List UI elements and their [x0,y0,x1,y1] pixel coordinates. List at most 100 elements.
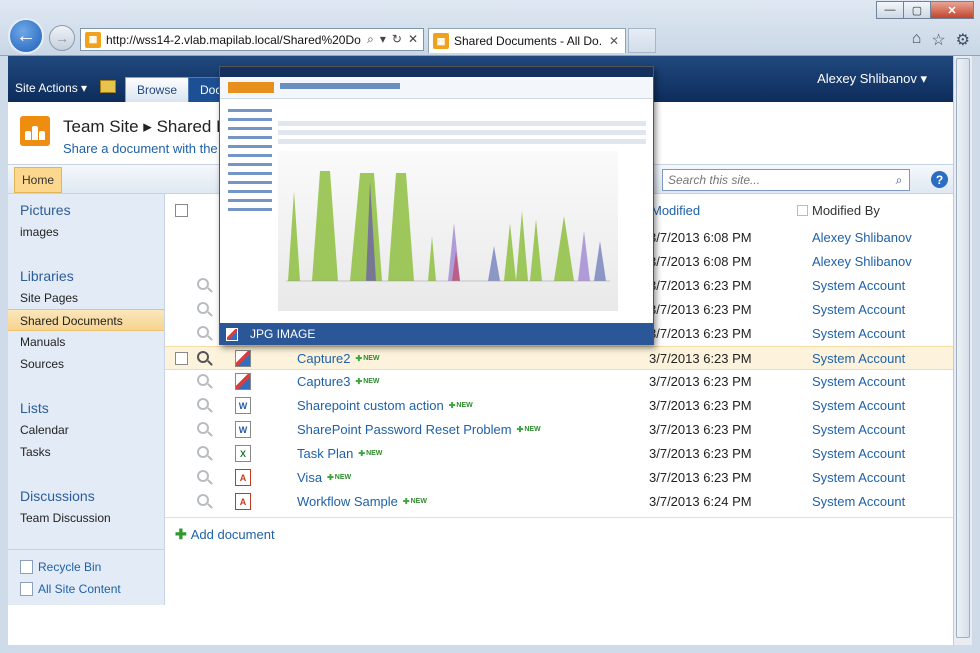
dropdown-icon[interactable]: ▾ [380,32,386,47]
search-icon[interactable]: ⌕ [889,173,909,188]
ql-item-calendar[interactable]: Calendar [20,423,69,437]
navigate-up-icon[interactable] [100,80,116,93]
modified-by-link[interactable]: System Account [812,351,905,366]
page-description: Share a document with the [63,141,218,156]
modified-by-link[interactable]: System Account [812,278,905,293]
document-name[interactable]: Task Plan [297,446,353,461]
modified-by-link[interactable]: System Account [812,326,905,341]
document-name[interactable]: Visa [297,470,322,485]
tab-browse[interactable]: Browse [125,77,190,102]
ql-item-site-pages[interactable]: Site Pages [20,291,78,305]
search-input[interactable] [663,173,889,187]
vertical-scrollbar[interactable] [953,56,972,645]
table-row[interactable]: Capture2 NEW 3/7/2013 6:23 PM System Accoun… [165,346,953,370]
document-name-link[interactable]: Capture3 NEW [297,374,380,389]
ql-item-shared-documents[interactable]: Shared Documents [8,309,164,331]
preview-zoom-icon[interactable] [197,278,209,290]
table-row[interactable]: X Task Plan NEW 3/7/2013 6:23 PM System Acco… [165,442,953,466]
modified-by-link[interactable]: System Account [812,422,905,437]
ql-item-sources[interactable]: Sources [20,357,64,371]
modified-by-link[interactable]: System Account [812,374,905,389]
search-icon[interactable]: ⌕ [367,32,374,47]
ql-heading-libraries[interactable]: Libraries [20,268,74,284]
document-name-link[interactable]: Visa NEW [297,470,351,485]
gear-icon[interactable]: ⚙ [956,30,970,50]
ql-item-team-discussion[interactable]: Team Discussion [20,511,111,525]
new-badge: NEW [358,449,382,458]
column-checkbox[interactable] [797,205,808,216]
preview-zoom-icon[interactable] [197,446,209,458]
site-search: ⌕ [662,169,910,191]
modified-by-link[interactable]: Alexey Shlibanov [812,254,912,269]
ql-item-tasks[interactable]: Tasks [20,445,51,459]
ql-heading-lists[interactable]: Lists [20,400,49,416]
browser-tab-active[interactable]: ▦ Shared Documents - All Do... ✕ [428,28,626,53]
preview-zoom-icon[interactable] [197,302,209,314]
ql-heading-pictures[interactable]: Pictures [20,202,71,218]
document-name-link[interactable]: SharePoint Password Reset Problem NEW [297,422,541,437]
ql-heading-discussions[interactable]: Discussions [20,488,95,504]
document-name[interactable]: Capture2 [297,351,350,366]
quick-launch: Pictures images Libraries Site Pages Sha… [8,194,165,605]
preview-zoom-icon[interactable] [197,326,209,338]
document-name-link[interactable]: Capture2 NEW [297,351,380,366]
document-name-link[interactable]: Sharepoint custom action NEW [297,398,473,413]
select-all-checkbox[interactable] [175,204,188,217]
nav-home[interactable]: Home [14,167,63,193]
modified-by-link[interactable]: System Account [812,302,905,317]
all-site-content-link[interactable]: All Site Content [20,582,121,596]
recycle-bin-link[interactable]: Recycle Bin [20,560,101,574]
table-row[interactable]: A Workflow Sample NEW 3/7/2013 6:24 PM Syste… [165,490,953,514]
document-name-link[interactable]: Task Plan NEW [297,446,382,461]
image-preview-popup[interactable]: JPG IMAGE [219,66,654,345]
table-row[interactable]: W Sharepoint custom action NEW 3/7/2013 6:2… [165,394,953,418]
scrollbar-thumb[interactable] [956,58,970,638]
close-tab-icon[interactable]: ✕ [603,34,625,48]
document-name[interactable]: Capture3 [297,374,350,389]
preview-zoom-icon[interactable] [197,398,209,410]
modified-by-link[interactable]: System Account [812,398,905,413]
back-button[interactable]: ← [8,18,44,54]
browser-chrome: — ▢ ✕ ← → ▦ http://wss14-2.vlab.mapilab.… [0,0,980,56]
column-header-modified[interactable]: Modified [651,203,700,218]
preview-zoom-icon[interactable] [197,422,209,434]
preview-zoom-icon[interactable] [197,494,209,506]
address-actions: ⌕ ▾ ↻ ✕ [367,32,423,47]
table-row[interactable]: Capture3 NEW 3/7/2013 6:23 PM System Accoun… [165,370,953,394]
refresh-icon[interactable]: ↻ [392,32,402,47]
forward-button[interactable]: → [49,25,75,51]
window-controls: — ▢ ✕ [876,1,974,19]
modified-by-link[interactable]: System Account [812,446,905,461]
table-row[interactable]: A Visa NEW 3/7/2013 6:23 PM System Account [165,466,953,490]
document-name-link[interactable]: Workflow Sample NEW [297,494,427,509]
document-name[interactable]: Sharepoint custom action [297,398,444,413]
ql-item-manuals[interactable]: Manuals [20,335,65,349]
address-text[interactable]: http://wss14-2.vlab.mapilab.local/Shared… [106,33,367,47]
close-window-button[interactable]: ✕ [930,1,974,19]
help-icon[interactable]: ? [931,171,948,188]
table-row[interactable]: W SharePoint Password Reset Problem NEW 3/7… [165,418,953,442]
preview-zoom-icon[interactable] [197,351,209,363]
document-name[interactable]: SharePoint Password Reset Problem [297,422,512,437]
add-document-link[interactable]: ✚ Add document [175,526,275,543]
new-tab-button[interactable] [628,28,656,53]
document-name[interactable]: Workflow Sample [297,494,398,509]
site-actions-menu[interactable]: Site Actions ▾ [15,81,87,95]
site-logo-icon[interactable] [20,116,50,146]
column-header-modified-by[interactable]: Modified By [797,203,880,218]
page-footer [8,605,953,645]
stop-icon[interactable]: ✕ [408,32,418,47]
favorites-star-icon[interactable]: ☆ [931,30,945,50]
row-checkbox[interactable] [175,352,188,365]
maximize-button[interactable]: ▢ [903,1,931,19]
preview-zoom-icon[interactable] [197,374,209,386]
minimize-button[interactable]: — [876,1,904,19]
modified-by-link[interactable]: System Account [812,494,905,509]
ql-item-images[interactable]: images [20,225,59,239]
home-icon[interactable]: ⌂ [912,30,922,50]
modified-by-link[interactable]: System Account [812,470,905,485]
preview-zoom-icon[interactable] [197,470,209,482]
modified-by-link[interactable]: Alexey Shlibanov [812,230,912,245]
address-bar[interactable]: ▦ http://wss14-2.vlab.mapilab.local/Shar… [80,28,424,51]
user-menu[interactable]: Alexey Shlibanov ▾ [817,71,927,87]
